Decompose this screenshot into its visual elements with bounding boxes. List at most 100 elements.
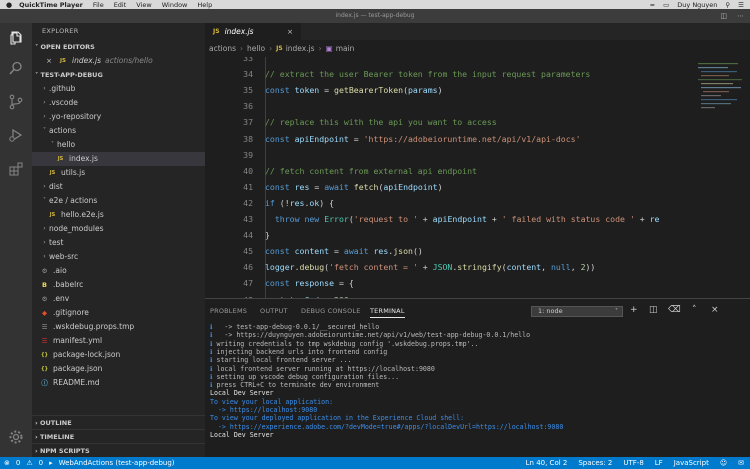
extensions-icon[interactable] (7, 160, 25, 178)
language-mode[interactable]: JavaScript (674, 459, 709, 467)
explorer-icon[interactable] (7, 29, 25, 47)
breadcrumb-hello[interactable]: hello (247, 44, 265, 53)
split-terminal-icon[interactable]: ◫ (649, 305, 658, 315)
battery-icon[interactable]: ▭ (663, 1, 669, 9)
chevron-up-icon[interactable]: ˄ (692, 305, 697, 315)
feedback-icon[interactable]: ☺ (720, 459, 727, 467)
tab-index-js[interactable]: JS index.js × (205, 23, 301, 40)
apple-icon[interactable]: ● (6, 1, 12, 9)
settings-gear-icon[interactable] (7, 428, 25, 446)
tree-item[interactable]: {} package-lock.json (32, 348, 205, 362)
task-status[interactable]: WebAndActions (test-app-debug) (59, 459, 175, 467)
tree-item[interactable]: ⚙ .env (32, 292, 205, 306)
timeline-section[interactable]: › TIMELINE (32, 429, 205, 443)
tree-item[interactable]: › test (32, 236, 205, 250)
warning-count[interactable]: 0 (39, 459, 43, 467)
task-icon[interactable]: ▸ (49, 459, 53, 467)
js-file-icon: JS (213, 28, 220, 35)
tab-label: index.js (224, 27, 254, 36)
menu-window[interactable]: Window (162, 1, 188, 9)
tree-item-label: actions (49, 126, 76, 135)
tab-terminal[interactable]: TERMINAL (370, 307, 405, 318)
terminal-text: To view your local application: (210, 397, 334, 406)
encoding[interactable]: UTF-8 (623, 459, 643, 467)
close-icon[interactable]: × (44, 54, 54, 68)
tree-item[interactable]: › .github (32, 82, 205, 96)
terminal-line: ℹ local frontend server running at https… (210, 365, 435, 373)
tree-item[interactable]: ˅ actions (32, 124, 205, 138)
warning-icon[interactable]: ⚠ (26, 459, 32, 467)
tree-item[interactable]: ☰ manifest.yml (32, 334, 205, 348)
menu-view[interactable]: View (136, 1, 151, 9)
tree-item[interactable]: ˅ hello (32, 138, 205, 152)
outline-section[interactable]: › OUTLINE (32, 415, 205, 429)
tree-item-label: package-lock.json (53, 350, 121, 359)
open-editors-section[interactable]: ˅ OPEN EDITORS (32, 40, 205, 54)
breadcrumb-symbol[interactable]: main (336, 44, 355, 53)
run-debug-icon[interactable] (7, 126, 25, 144)
menu-app-name[interactable]: QuickTime Player (19, 1, 83, 9)
user-name[interactable]: Duy Nguyen (677, 1, 717, 9)
trash-icon[interactable]: ⌫ (668, 305, 681, 315)
tree-item[interactable]: ◆ .gitignore (32, 306, 205, 320)
tree-item[interactable]: {} package.json (32, 362, 205, 376)
menu-edit[interactable]: Edit (114, 1, 127, 9)
error-count[interactable]: 0 (16, 459, 20, 467)
tree-item[interactable]: ˅ e2e / actions (32, 194, 205, 208)
project-section[interactable]: ˅ TEST-APP-DEBUG (32, 68, 205, 82)
tree-item[interactable]: JS hello.e2e.js (32, 208, 205, 222)
close-tab-icon[interactable]: × (287, 28, 293, 36)
chevron-down-icon: ˅ (51, 141, 54, 148)
wifi-icon[interactable]: ≈ (650, 1, 655, 9)
chevron-right-icon: › (43, 113, 46, 120)
search-icon[interactable]: ⚲ (725, 1, 730, 9)
tree-item[interactable]: › node_modules (32, 222, 205, 236)
tree-item[interactable]: JS utils.js (32, 166, 205, 180)
end-of-line[interactable]: LF (655, 459, 663, 467)
error-icon[interactable]: ⊗ (4, 459, 10, 467)
code-editor[interactable]: 33 34 // extract the user Bearer token fro… (205, 57, 695, 298)
close-panel-icon[interactable]: × (711, 305, 719, 315)
tab-output[interactable]: OUTPUT (260, 307, 288, 315)
tree-item[interactable]: › .vscode (32, 96, 205, 110)
chevron-right-icon: › (43, 183, 46, 190)
tree-item[interactable]: JS index.js (32, 152, 205, 166)
list-icon[interactable]: ☰ (738, 1, 744, 9)
new-terminal-icon[interactable]: + (630, 305, 638, 315)
bottom-panel: PROBLEMS OUTPUT DEBUG CONSOLE TERMINAL 1… (205, 298, 750, 457)
search-icon[interactable] (7, 59, 25, 77)
code-token: )) (585, 262, 596, 273)
tree-item[interactable]: ⚙ .aio (32, 264, 205, 278)
tree-item-label: manifest.yml (53, 336, 103, 345)
tree-item[interactable]: B .babelrc (32, 278, 205, 292)
indentation[interactable]: Spaces: 2 (578, 459, 612, 467)
code-token: const (265, 181, 290, 192)
tree-item[interactable]: › dist (32, 180, 205, 194)
tree-item-label: .aio (53, 266, 67, 275)
minimap[interactable] (695, 57, 750, 117)
cursor-position[interactable]: Ln 40, Col 2 (526, 459, 568, 467)
terminal-output[interactable]: ℹ -> test-app-debug-0.0.1/__secured_hell… (205, 323, 750, 458)
npm-scripts-section[interactable]: › NPM SCRIPTS (32, 443, 205, 457)
tab-problems[interactable]: PROBLEMS (210, 307, 247, 315)
tree-item-label: e2e / actions (49, 196, 98, 205)
npm-scripts-label: NPM SCRIPTS (39, 447, 90, 455)
explorer-header: EXPLORER (42, 27, 79, 35)
menu-help[interactable]: Help (197, 1, 212, 9)
code-token: = (329, 246, 344, 257)
tree-item[interactable]: ☰ .wskdebug.props.tmp (32, 320, 205, 334)
tree-item[interactable]: › web-src (32, 250, 205, 264)
tab-debug-console[interactable]: DEBUG CONSOLE (301, 307, 361, 315)
breadcrumb-actions[interactable]: actions (209, 44, 236, 53)
tree-item[interactable]: › .yo-repository (32, 110, 205, 124)
source-control-icon[interactable] (7, 93, 25, 111)
more-actions-icon[interactable]: ⋯ (737, 9, 744, 23)
tree-item[interactable]: ⓘ README.md (32, 376, 205, 390)
terminal-select[interactable]: 1: node ˅ (531, 306, 623, 317)
open-editor-item[interactable]: × JS index.js actions/hello (32, 54, 205, 68)
notifications-icon[interactable]: ✉ (738, 459, 744, 467)
menu-file[interactable]: File (93, 1, 104, 9)
chevron-right-icon: › (240, 44, 243, 53)
split-editor-icon[interactable]: ◫ (720, 9, 727, 23)
breadcrumb-file[interactable]: index.js (286, 44, 315, 53)
